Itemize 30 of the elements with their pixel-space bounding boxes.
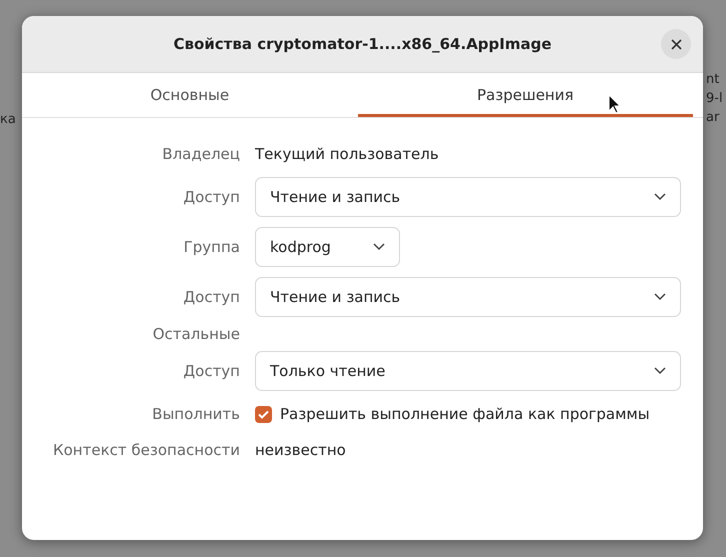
checkbox-label: Разрешить выполнение файла как программы [280, 405, 650, 423]
background-text: 9-l [706, 91, 723, 106]
field-label: Доступ [183, 188, 240, 206]
mouse-pointer-icon [608, 94, 622, 114]
background-text: ar [706, 110, 720, 125]
checkmark-icon [258, 410, 269, 418]
dropdown[interactable]: Только чтение [255, 351, 681, 391]
field-label: Доступ [183, 288, 240, 306]
close-button[interactable] [661, 29, 691, 59]
field-label: Выполнить [152, 405, 240, 423]
chevron-icon [654, 193, 666, 201]
field-value: неизвестно [255, 441, 346, 459]
close-icon [670, 38, 682, 50]
background-text: ка [0, 112, 16, 127]
chevron-icon [654, 367, 666, 375]
background-text: nt [706, 72, 720, 87]
tab[interactable]: Основные [22, 73, 358, 117]
dropdown[interactable]: kodprog [255, 227, 400, 267]
field-label: Контекст безопасности [52, 441, 240, 459]
field-label: Доступ [183, 362, 240, 380]
dropdown[interactable]: Чтение и запись [255, 277, 681, 317]
field-value: Текущий пользователь [255, 145, 439, 163]
field-label: Остальные [152, 325, 240, 343]
window-title: Свойства cryptomator-1....x86_64.AppImage [173, 35, 552, 53]
dropdown[interactable]: Чтение и запись [255, 177, 681, 217]
field-label: Группа [184, 238, 240, 256]
checkbox[interactable] [255, 406, 272, 422]
chevron-icon [654, 293, 666, 301]
chevron-icon [373, 243, 385, 251]
field-label: Владелец [162, 145, 240, 163]
